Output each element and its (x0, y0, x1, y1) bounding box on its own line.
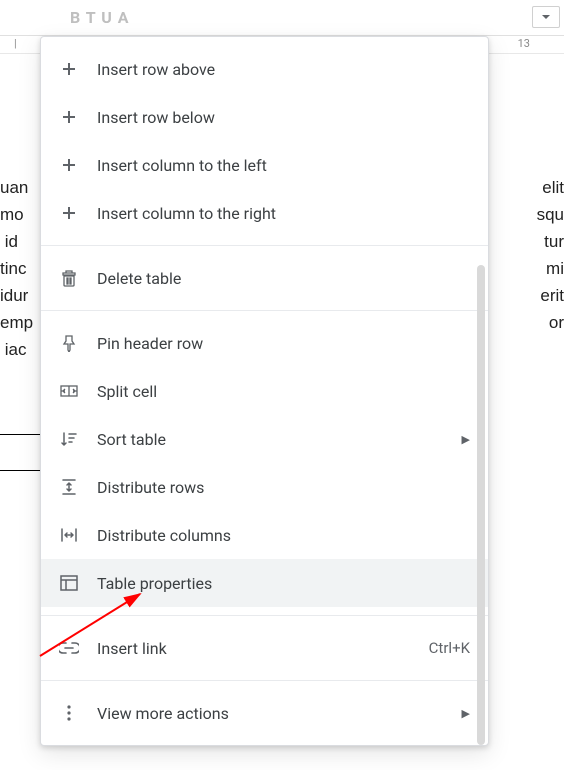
menu-label: Sort table (97, 430, 450, 449)
menu-shortcut: Ctrl+K (429, 639, 470, 657)
menu-label: Insert column to the left (97, 156, 470, 175)
split-cell-icon (59, 381, 79, 401)
menu-label: Distribute rows (97, 478, 470, 497)
toolbar-format-hints: B T U A (70, 8, 130, 27)
menu-separator (41, 310, 488, 311)
menu-label: Insert link (97, 639, 429, 658)
plus-icon (59, 155, 79, 175)
menu-label: Insert column to the right (97, 204, 470, 223)
menu-label: Split cell (97, 382, 470, 401)
menu-label: Delete table (97, 269, 470, 288)
table-border-line (0, 434, 42, 435)
chevron-right-icon: ▶ (462, 433, 470, 446)
menu-label: Table properties (97, 574, 470, 593)
menu-distribute-rows[interactable]: Distribute rows (41, 463, 488, 511)
menu-label: View more actions (97, 704, 450, 723)
menu-insert-link[interactable]: Insert link Ctrl+K (41, 624, 488, 672)
more-vertical-icon (59, 703, 79, 723)
sort-icon (59, 429, 79, 449)
distribute-cols-icon (59, 525, 79, 545)
ruler-marker: 13 (518, 37, 530, 50)
menu-separator (41, 615, 488, 616)
menu-label: Insert row above (97, 60, 470, 79)
chevron-right-icon: ▶ (462, 707, 470, 720)
doc-text-right: elit squ tur mi erit or (537, 174, 564, 336)
menu-insert-col-left[interactable]: Insert column to the left (41, 141, 488, 189)
link-icon (59, 638, 79, 658)
menu-separator (41, 680, 488, 681)
menu-delete-table[interactable]: Delete table (41, 254, 488, 302)
plus-icon (59, 107, 79, 127)
menu-label: Pin header row (97, 334, 470, 353)
plus-icon (59, 59, 79, 79)
toolbar: B T U A (0, 0, 564, 36)
menu-insert-row-above[interactable]: Insert row above (41, 45, 488, 93)
menu-label: Insert row below (97, 108, 470, 127)
menu-split-cell[interactable]: Split cell (41, 367, 488, 415)
pin-icon (59, 333, 79, 353)
plus-icon (59, 203, 79, 223)
distribute-rows-icon (59, 477, 79, 497)
menu-insert-col-right[interactable]: Insert column to the right (41, 189, 488, 237)
menu-separator (41, 245, 488, 246)
doc-text-left: uan mo id tinc idur emp iac (0, 174, 33, 363)
menu-distribute-cols[interactable]: Distribute columns (41, 511, 488, 559)
caret-down-icon (541, 12, 551, 22)
menu-insert-row-below[interactable]: Insert row below (41, 93, 488, 141)
menu-scrollbar[interactable] (477, 265, 485, 745)
menu-table-properties[interactable]: Table properties (41, 559, 488, 607)
menu-label: Distribute columns (97, 526, 470, 545)
table-border-line (0, 470, 42, 471)
menu-view-more[interactable]: View more actions ▶ (41, 689, 488, 737)
menu-sort-table[interactable]: Sort table ▶ (41, 415, 488, 463)
toolbar-dropdown-button[interactable] (532, 6, 560, 28)
table-icon (59, 573, 79, 593)
trash-icon (59, 268, 79, 288)
menu-pin-header[interactable]: Pin header row (41, 319, 488, 367)
table-context-menu: Insert row above Insert row below Insert… (40, 36, 489, 746)
